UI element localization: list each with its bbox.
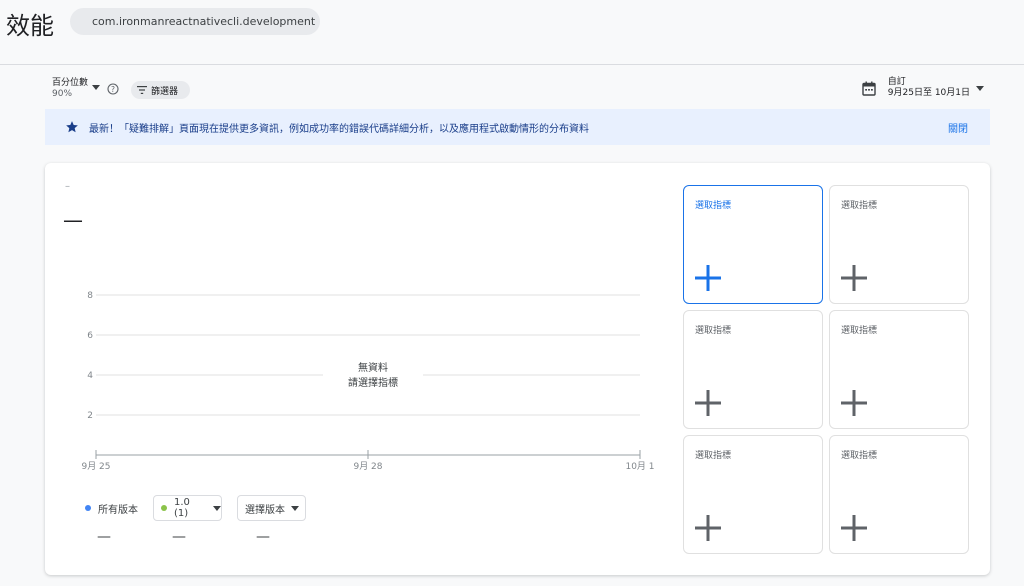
- select-metric-label: 選取指標: [695, 201, 732, 211]
- close-banner-button[interactable]: 關閉: [948, 120, 968, 135]
- legend-all-value: —: [97, 529, 111, 545]
- select-metric-tile[interactable]: 選取指標: [829, 435, 969, 554]
- legend-version-value: —: [172, 529, 186, 545]
- select-metric-label: 選取指標: [841, 326, 878, 336]
- y-tick-label: 6: [87, 331, 93, 341]
- x-tick-label: 9月 28: [353, 461, 382, 472]
- filter-label: 篩選器: [151, 86, 179, 97]
- percentile-label: 百分位數: [52, 78, 89, 88]
- percentile-value: 90%: [52, 89, 73, 99]
- date-range-picker[interactable]: 自訂 9月25日至 10月1日: [862, 77, 984, 99]
- select-metric-tile[interactable]: 選取指標: [683, 185, 823, 304]
- metric-value: —: [63, 208, 83, 232]
- y-tick-label: 2: [87, 411, 93, 421]
- help-icon[interactable]: ?: [107, 83, 119, 95]
- plus-icon: [695, 515, 721, 541]
- app-picker[interactable]: com.ironmanreactnativecli.development: [70, 8, 320, 35]
- select-metric-tile[interactable]: 選取指標: [683, 435, 823, 554]
- select-metric-tile[interactable]: 選取指標: [829, 310, 969, 429]
- select-metric-label: 選取指標: [695, 451, 732, 461]
- plus-icon: [841, 265, 867, 291]
- info-banner: 最新！「疑難排解」頁面現在提供更多資訊，例如成功率的錯誤代碼詳細分析，以及應用程…: [45, 109, 990, 145]
- version-label: 1.0 (1): [173, 497, 190, 519]
- filter-icon: [137, 86, 147, 94]
- calendar-icon: [862, 81, 876, 96]
- select-metric-label: 選取指標: [695, 326, 732, 336]
- page-title: 效能: [6, 12, 54, 40]
- chevron-down-icon[interactable]: [92, 85, 100, 90]
- header-divider: [0, 64, 1024, 65]
- legend-label: 所有版本: [98, 504, 138, 516]
- plus-icon: [695, 390, 721, 416]
- date-label: 自訂: [887, 77, 906, 87]
- select-metric-label: 選取指標: [841, 201, 878, 211]
- select-version-label: 選擇版本: [245, 504, 285, 516]
- select-version-dropdown[interactable]: 選擇版本: [237, 495, 306, 521]
- percentile-selector[interactable]: 百分位數 90%: [52, 78, 88, 100]
- y-tick-label: 4: [87, 371, 93, 381]
- filter-button[interactable]: 篩選器: [131, 81, 190, 99]
- legend-all-versions[interactable]: 所有版本: [85, 495, 138, 521]
- series-dot-icon: [85, 505, 91, 511]
- banner-text: 最新！「疑難排解」頁面現在提供更多資訊，例如成功率的錯誤代碼詳細分析，以及應用程…: [89, 123, 589, 135]
- plus-icon: [695, 265, 721, 291]
- svg-text:?: ?: [111, 85, 115, 94]
- chevron-down-icon: [213, 505, 221, 511]
- chevron-down-icon: [291, 505, 299, 511]
- chevron-down-icon: [976, 85, 984, 91]
- series-dot-icon: [161, 505, 167, 511]
- empty-state-subtitle: 請選擇指標: [348, 376, 398, 389]
- plus-icon: [841, 390, 867, 416]
- version-dropdown[interactable]: 1.0 (1): [153, 495, 222, 521]
- metric-subvalue: –: [65, 181, 70, 192]
- date-range: 9月25日至 10月1日: [887, 88, 970, 98]
- star-icon: [66, 121, 78, 133]
- x-tick-label: 10月 1: [625, 461, 654, 472]
- empty-state-title: 無資料: [358, 361, 388, 374]
- select-metric-tile[interactable]: 選取指標: [683, 310, 823, 429]
- legend-select-value: —: [256, 529, 270, 545]
- x-tick-label: 9月 25: [81, 461, 110, 472]
- select-metric-tile[interactable]: 選取指標: [829, 185, 969, 304]
- plus-icon: [841, 515, 867, 541]
- app-name: com.ironmanreactnativecli.development: [92, 15, 316, 28]
- select-metric-label: 選取指標: [841, 451, 878, 461]
- y-tick-label: 8: [87, 291, 93, 301]
- line-chart: 2 4 6 8 9月 25 9月 28 10月 1 無資料請選擇指標: [81, 291, 654, 472]
